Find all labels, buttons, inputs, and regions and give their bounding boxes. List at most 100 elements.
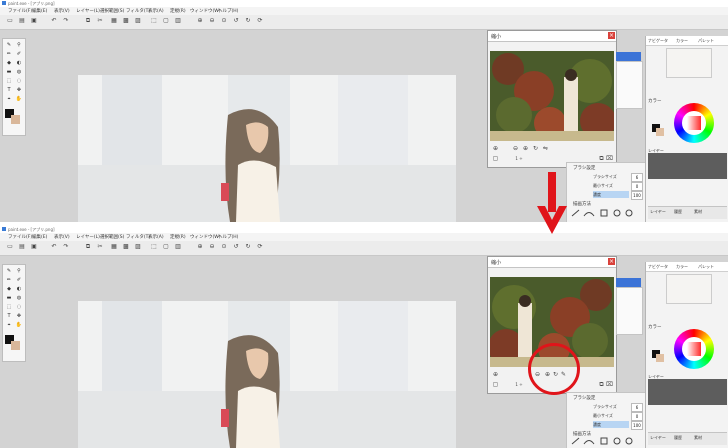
grid-icon[interactable]: ▩ <box>122 17 130 25</box>
selected-list-item[interactable] <box>616 278 641 287</box>
pencil-icon[interactable]: ✏ <box>5 51 13 58</box>
bucket-icon[interactable]: ◆ <box>5 286 13 293</box>
copy-icon[interactable]: ⧉ <box>84 243 92 251</box>
airbrush-icon[interactable]: ✐ <box>15 277 23 284</box>
navigator-tab[interactable]: 縮小 <box>491 33 501 40</box>
eraser-icon[interactable]: ▬ <box>5 295 13 302</box>
min-size-value[interactable]: 0 <box>631 182 643 191</box>
menu-item[interactable]: 選択範囲(S) <box>100 234 124 240</box>
zoom-in-icon[interactable]: ⊕ <box>196 17 204 25</box>
actual-size-icon[interactable]: ⊙ <box>220 243 228 251</box>
copy-icon[interactable]: ⧉ <box>598 155 605 162</box>
rotate-right-icon[interactable]: ↻ <box>244 243 252 251</box>
brush-icon[interactable]: ⚲ <box>15 268 23 275</box>
canvas[interactable] <box>78 301 456 448</box>
zoom-out-icon[interactable]: ⊖ <box>512 145 519 152</box>
density-value[interactable]: 100 <box>631 191 643 200</box>
zoom-in-icon[interactable]: ⊕ <box>196 243 204 251</box>
select-rect-icon[interactable]: ⬚ <box>5 78 13 85</box>
blur-icon[interactable]: ◍ <box>15 295 23 302</box>
selected-list-item[interactable] <box>616 52 641 61</box>
density-row[interactable]: 濃度 100 <box>569 191 643 200</box>
menu-item[interactable]: ウィンドウ(W) <box>190 234 220 240</box>
paste-icon[interactable]: ▦ <box>110 17 118 25</box>
copy-icon[interactable]: ⧉ <box>598 381 605 388</box>
zoom-icon[interactable]: ⊕ <box>492 371 499 378</box>
airbrush-icon[interactable]: ✐ <box>15 51 23 58</box>
image-icon[interactable]: ▨ <box>134 17 142 25</box>
menu-item[interactable]: フィルタ(T) <box>126 8 150 14</box>
menu-item[interactable]: 表示(A) <box>148 234 164 240</box>
tab-material[interactable]: 素材 <box>694 435 702 441</box>
brush-icon[interactable]: ⚲ <box>15 42 23 49</box>
trash-icon[interactable]: ⌧ <box>606 155 613 162</box>
background-color[interactable] <box>11 341 20 350</box>
select-icon[interactable]: ⬚ <box>150 17 158 25</box>
hand-icon[interactable]: ✋ <box>15 96 23 103</box>
eraser-icon[interactable]: ▬ <box>5 69 13 76</box>
brush-shape-icons[interactable] <box>569 435 643 447</box>
reset-rotate-icon[interactable]: ⟳ <box>256 243 264 251</box>
brush-list[interactable] <box>616 61 643 109</box>
menu-item[interactable]: ヘルプ(H) <box>218 8 238 14</box>
color-square[interactable] <box>687 342 701 356</box>
color-wheel[interactable] <box>674 329 714 369</box>
fit-icon[interactable]: ▢ <box>492 381 499 388</box>
menu-item[interactable]: 定規(R) <box>170 8 186 14</box>
brush-size-row[interactable]: ブラシサイズ 6 <box>569 403 643 412</box>
actual-size-icon[interactable]: ⊙ <box>220 17 228 25</box>
open-file-icon[interactable]: ▤ <box>18 243 26 251</box>
new-file-icon[interactable]: ▭ <box>6 17 14 25</box>
tab-history[interactable]: 履歴 <box>674 209 682 215</box>
color-wheel[interactable] <box>674 103 714 143</box>
tab-color[interactable]: カラー <box>676 38 688 44</box>
panel-icon[interactable]: ▥ <box>174 243 182 251</box>
gradient-icon[interactable]: ◐ <box>15 60 23 67</box>
text-icon[interactable]: T <box>5 87 13 94</box>
paste-icon[interactable]: ▦ <box>110 243 118 251</box>
eyedropper-icon[interactable]: ⌖ <box>5 96 13 103</box>
image-icon[interactable]: ▨ <box>134 243 142 251</box>
move-icon[interactable]: ✥ <box>15 87 23 94</box>
menu-item[interactable]: 表示(A) <box>148 8 164 14</box>
text-icon[interactable]: T <box>5 313 13 320</box>
menu-item[interactable]: フィルタ(T) <box>126 234 150 240</box>
menu-item[interactable]: ウィンドウ(W) <box>190 8 220 14</box>
color-swatch-secondary[interactable] <box>656 128 664 136</box>
menu-item[interactable]: 編集(E) <box>32 8 47 14</box>
flip-icon[interactable]: ⇋ <box>542 145 549 152</box>
min-size-value[interactable]: 0 <box>631 412 643 421</box>
menu-item[interactable]: ヘルプ(H) <box>218 234 238 240</box>
undo-icon[interactable]: ↶ <box>50 17 58 25</box>
layer-list[interactable] <box>648 379 727 405</box>
fit-icon[interactable]: ▢ <box>492 155 499 162</box>
trash-icon[interactable]: ⌧ <box>606 381 613 388</box>
fit-icon[interactable]: ▢ <box>162 243 170 251</box>
close-icon[interactable]: × <box>608 32 615 39</box>
reset-rotate-icon[interactable]: ⟳ <box>256 17 264 25</box>
menu-item[interactable]: レイヤー(L) <box>76 8 100 14</box>
menu-item[interactable]: 選択範囲(S) <box>100 8 124 14</box>
lasso-icon[interactable]: ◌ <box>15 304 23 311</box>
background-color[interactable] <box>11 115 20 124</box>
tab-palette[interactable]: パレット <box>698 264 714 270</box>
tab-material[interactable]: 素材 <box>694 209 702 215</box>
zoom-out-icon[interactable]: ⊖ <box>208 243 216 251</box>
color-square[interactable] <box>687 116 701 130</box>
zoom-in-icon[interactable]: ⊕ <box>522 145 529 152</box>
save-icon[interactable]: ▣ <box>30 17 38 25</box>
menu-item[interactable]: 表示(V) <box>54 8 70 14</box>
menu-item[interactable]: ファイル(F) <box>8 234 32 240</box>
pen-icon[interactable]: ✎ <box>5 42 13 49</box>
layer-list[interactable] <box>648 153 727 179</box>
pen-icon[interactable]: ✎ <box>5 268 13 275</box>
open-file-icon[interactable]: ▤ <box>18 17 26 25</box>
save-icon[interactable]: ▣ <box>30 243 38 251</box>
menu-item[interactable]: レイヤー(L) <box>76 234 100 240</box>
navigator-thumbnail[interactable] <box>490 51 614 141</box>
undo-icon[interactable]: ↶ <box>50 243 58 251</box>
select-rect-icon[interactable]: ⬚ <box>5 304 13 311</box>
select-icon[interactable]: ⬚ <box>150 243 158 251</box>
color-swatch-secondary[interactable] <box>656 354 664 362</box>
grid-icon[interactable]: ▩ <box>122 243 130 251</box>
